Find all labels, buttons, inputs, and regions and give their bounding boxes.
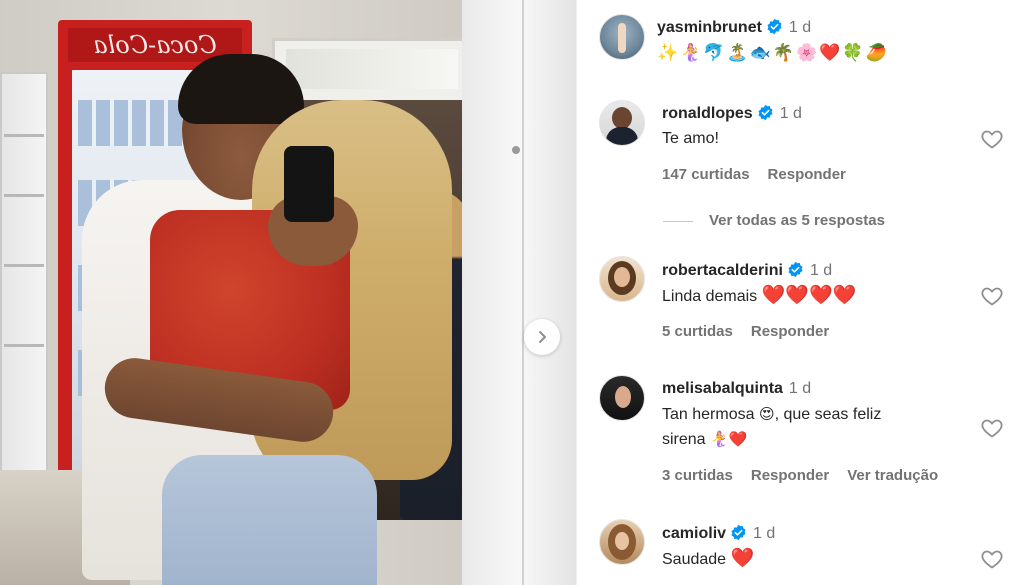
comment-text-row: Linda demais ❤️❤️❤️❤️ xyxy=(662,284,856,308)
avatar[interactable] xyxy=(599,256,645,302)
comment-meta: 3 curtidas Responder Ver tradução xyxy=(662,467,956,484)
comment-time: 1 d xyxy=(788,380,812,397)
comment-text: Saudade xyxy=(662,551,727,568)
avatar[interactable] xyxy=(599,375,645,421)
chevron-right-icon xyxy=(539,331,546,343)
heart-emoji-icon: ❤️ xyxy=(730,547,755,569)
heart-emoji-icon: ❤️❤️❤️❤️ xyxy=(761,284,857,306)
comment-text-line1: Tan hermosa 😍, que seas feliz xyxy=(662,403,881,426)
view-replies-link[interactable]: Ver todas as 5 respostas xyxy=(663,212,885,229)
heart-eyes-emoji-icon: 😍 xyxy=(758,405,775,423)
username-link[interactable]: melisabalquinta xyxy=(662,380,783,397)
translate-button[interactable]: Ver tradução xyxy=(847,467,938,484)
avatar[interactable] xyxy=(599,519,645,565)
comment-meta: 5 curtidas Responder xyxy=(662,323,847,340)
comment-header: camioliv 1 d xyxy=(662,524,775,543)
mermaid-heart-emoji-icon: 🧜‍♀️❤️ xyxy=(710,430,748,448)
photo-fridge-left xyxy=(0,72,48,476)
like-heart-icon[interactable] xyxy=(980,284,1004,308)
photo-phone xyxy=(284,146,334,222)
comment-header: ronaldlopes 1 d xyxy=(662,104,802,123)
comment-header: robertacalderini 1 d xyxy=(662,261,832,280)
comment-time: 1 d xyxy=(753,525,776,542)
likes-count[interactable]: 147 curtidas xyxy=(662,166,750,183)
avatar[interactable] xyxy=(599,14,645,60)
post-photo: Coca-Cola xyxy=(0,0,576,585)
post-time: 1 d xyxy=(788,19,812,36)
verified-badge-icon xyxy=(767,18,782,35)
likes-count[interactable]: 3 curtidas xyxy=(662,467,733,484)
username-link[interactable]: robertacalderini xyxy=(662,262,783,279)
comment-text: Te amo! xyxy=(662,130,719,147)
like-heart-icon[interactable] xyxy=(980,127,1004,151)
comment-text: Linda demais xyxy=(662,288,758,305)
comment-text-line2: sirena 🧜‍♀️❤️ xyxy=(662,428,747,451)
reply-button[interactable]: Responder xyxy=(751,467,829,484)
verified-badge-icon xyxy=(788,261,803,278)
comment-meta: 147 curtidas Responder xyxy=(662,166,864,183)
caption-text: ✨🧜‍♀️🐬🏝️🐟🌴🌸❤️🍀🥭 xyxy=(657,43,889,63)
like-heart-icon[interactable] xyxy=(980,416,1004,440)
view-replies-label: Ver todas as 5 respostas xyxy=(709,212,885,229)
comment-text: Tan hermosa xyxy=(662,406,755,423)
photo-jeans xyxy=(162,455,377,585)
comment-time: 1 d xyxy=(809,262,833,279)
divider-line xyxy=(663,220,693,222)
comment-header: melisabalquinta 1 d xyxy=(662,380,811,398)
comment-time: 1 d xyxy=(779,105,802,122)
avatar[interactable] xyxy=(599,100,645,146)
photo-mirror-frame xyxy=(462,0,576,585)
comment-text-rest: , que seas feliz xyxy=(774,406,882,423)
next-image-button[interactable] xyxy=(524,319,560,355)
reply-button[interactable]: Responder xyxy=(751,323,829,340)
username-link[interactable]: ronaldlopes xyxy=(662,105,753,122)
like-heart-icon[interactable] xyxy=(980,547,1004,571)
verified-badge-icon xyxy=(731,524,746,541)
comments-panel: yasminbrunet 1 d ✨🧜‍♀️🐬🏝️🐟🌴🌸❤️🍀🥭 ronaldlo… xyxy=(576,0,1024,585)
caption-author: yasminbrunet 1 d xyxy=(657,18,811,37)
username-link[interactable]: camioliv xyxy=(662,525,726,542)
username-link[interactable]: yasminbrunet xyxy=(657,19,762,36)
verified-badge-icon xyxy=(758,104,773,121)
comment-text-row: Saudade ❤️ xyxy=(662,547,754,571)
comment-text: sirena xyxy=(662,431,706,448)
likes-count[interactable]: 5 curtidas xyxy=(662,323,733,340)
reply-button[interactable]: Responder xyxy=(768,166,846,183)
